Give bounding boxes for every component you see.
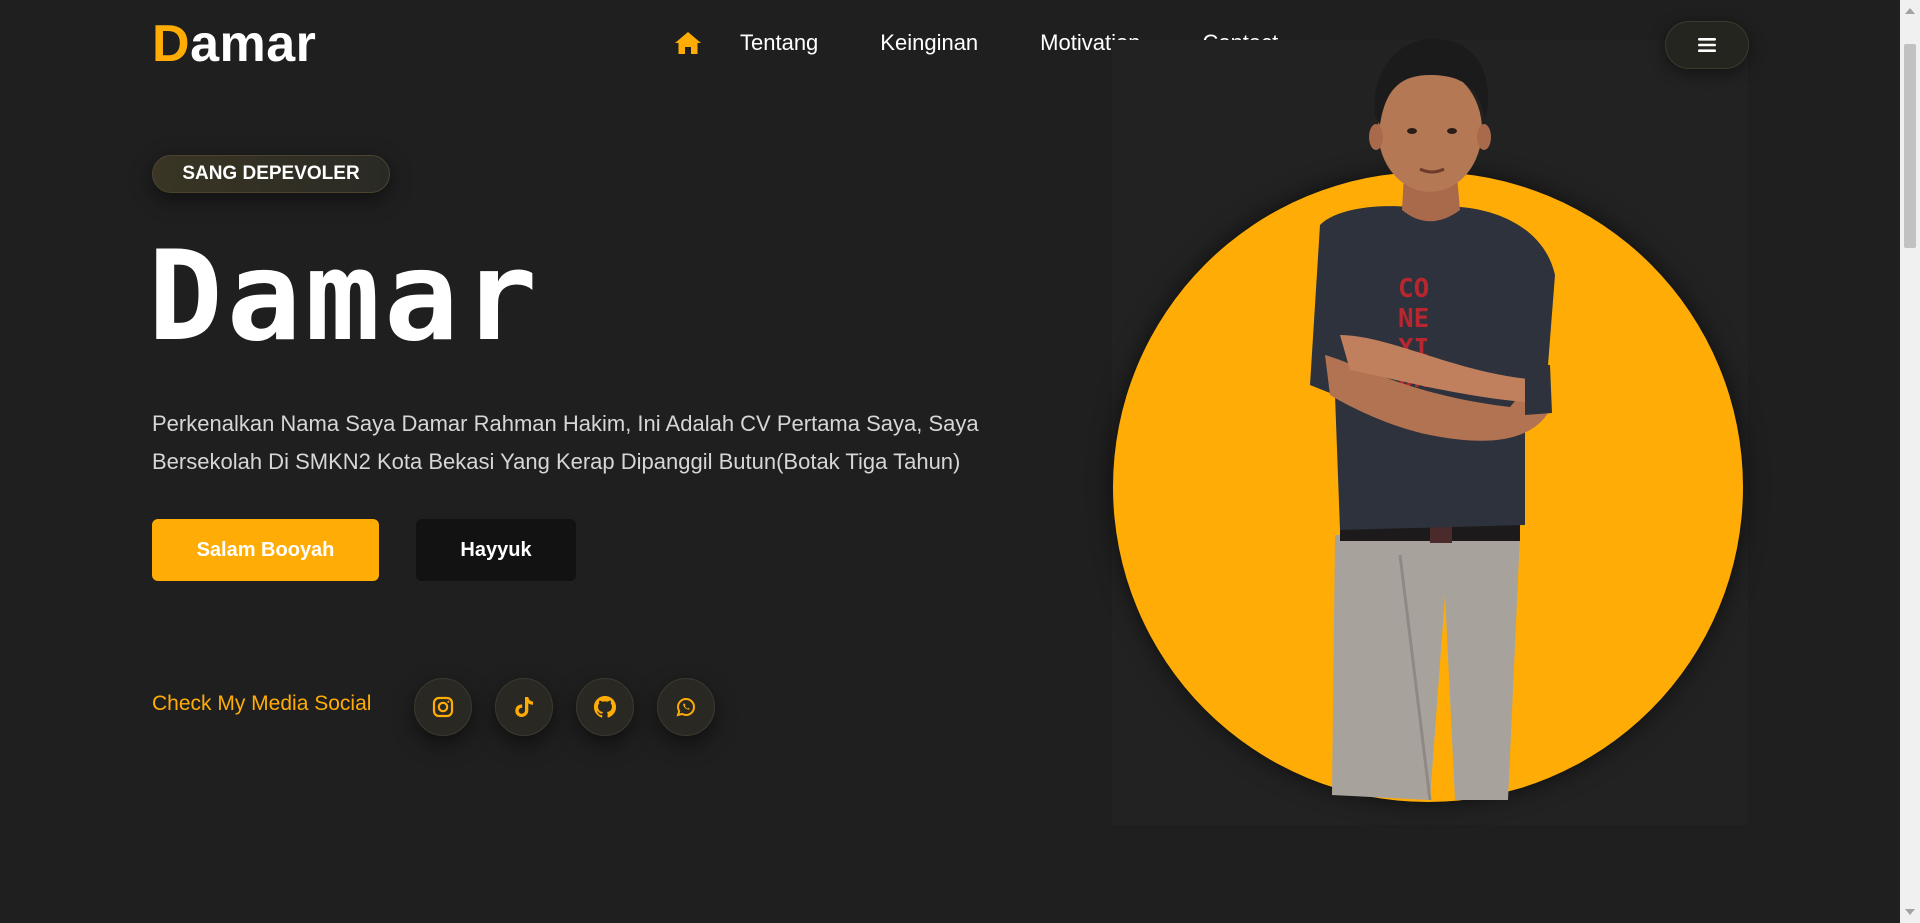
nav-link-keinginan[interactable]: Keinginan xyxy=(880,27,978,59)
logo[interactable]: Damar xyxy=(152,14,316,74)
instagram-icon[interactable] xyxy=(414,678,472,736)
github-icon[interactable] xyxy=(576,678,634,736)
scrollbar-thumb[interactable] xyxy=(1904,44,1916,248)
home-icon[interactable] xyxy=(672,27,704,59)
whatsapp-icon[interactable] xyxy=(657,678,715,736)
scroll-up-icon[interactable] xyxy=(1905,8,1915,14)
hamburger-icon xyxy=(1698,38,1716,52)
hero-description: Perkenalkan Nama Saya Damar Rahman Hakim… xyxy=(152,411,979,474)
salam-booyah-button[interactable]: Salam Booyah xyxy=(152,519,379,581)
hero-title: Damar xyxy=(148,225,542,369)
social-links xyxy=(414,678,738,736)
vertical-scrollbar[interactable] xyxy=(1900,0,1920,923)
scroll-down-icon[interactable] xyxy=(1905,909,1915,915)
logo-text: amar xyxy=(190,15,317,73)
tagline-badge: SANG DEPEVOLER xyxy=(152,155,390,193)
nav-link-tentang[interactable]: Tentang xyxy=(740,27,818,59)
svg-text:NE: NE xyxy=(1398,304,1429,334)
page: Damar Tentang Keinginan Motivation Conta… xyxy=(0,0,1920,923)
menu-button[interactable] xyxy=(1665,21,1749,69)
social-label: Check My Media Social xyxy=(152,692,372,715)
logo-initial: D xyxy=(152,15,191,73)
hayyuk-button[interactable]: Hayyuk xyxy=(416,519,576,581)
portrait-image: CO NE XI ON xyxy=(1310,38,1555,801)
svg-text:CO: CO xyxy=(1398,274,1429,304)
tiktok-icon[interactable] xyxy=(495,678,553,736)
